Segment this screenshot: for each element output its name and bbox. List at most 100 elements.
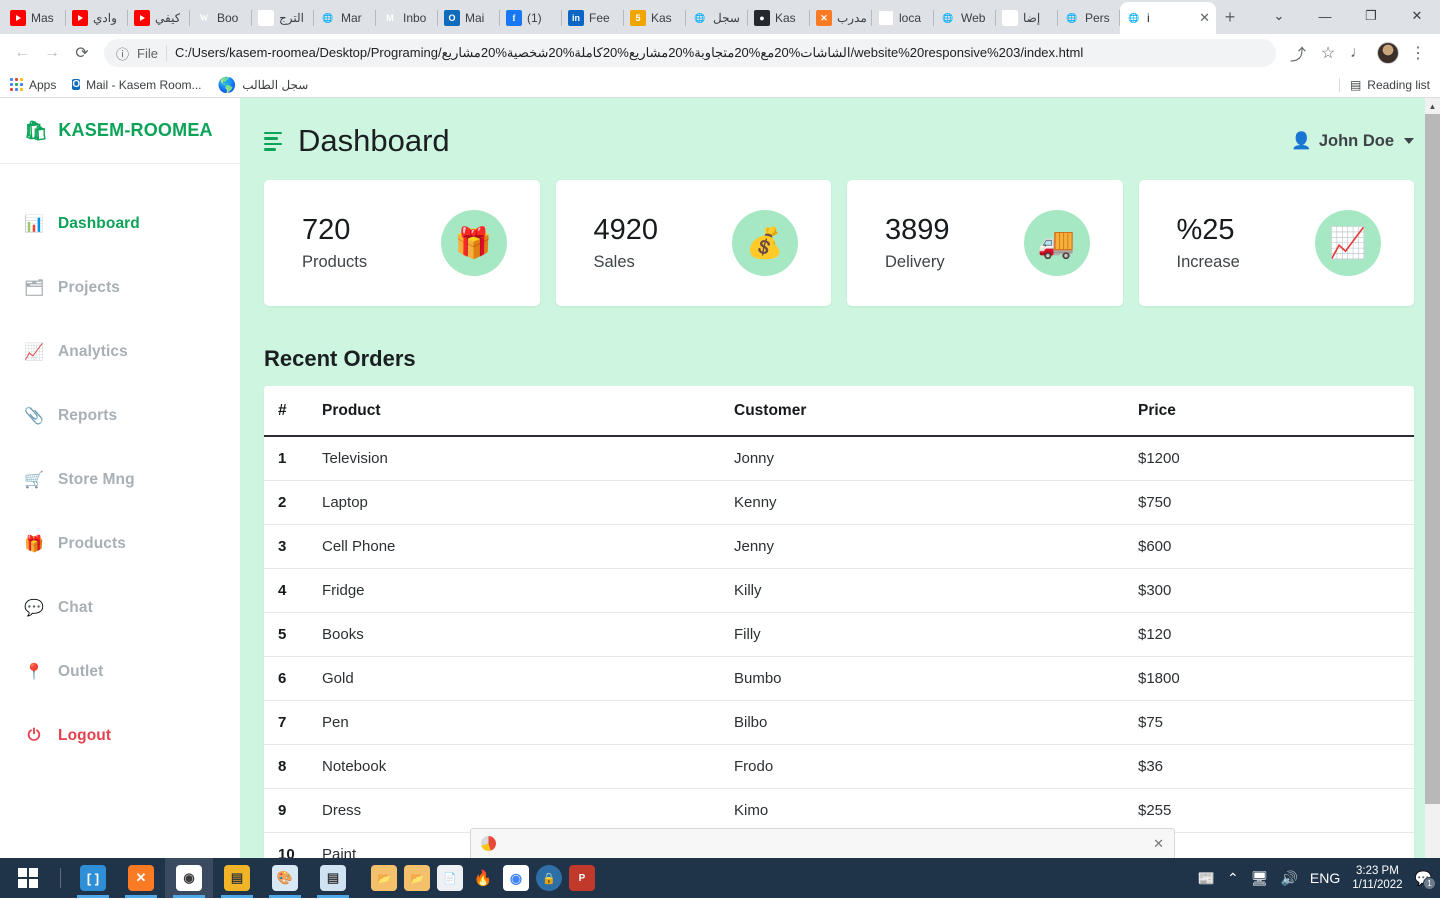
- sidebar-item-chat[interactable]: 💬Chat: [0, 576, 240, 640]
- download-zip-icon[interactable]: 📂: [404, 865, 430, 891]
- pdf-icon[interactable]: P: [569, 865, 595, 891]
- taskbar-app-file-explorer[interactable]: ▤: [213, 858, 261, 898]
- browser-tab[interactable]: Mas: [4, 2, 66, 34]
- start-button[interactable]: [4, 858, 52, 898]
- share-icon[interactable]: ⤴: [1284, 39, 1312, 67]
- chevron-up-icon[interactable]: ⌃: [1227, 870, 1239, 887]
- maximize-button[interactable]: ❐: [1348, 0, 1394, 32]
- taskbar-app-brackets[interactable]: [ ]: [69, 858, 117, 898]
- close-icon[interactable]: ✕: [1153, 836, 1164, 852]
- table-row[interactable]: 8NotebookFrodo$36: [264, 745, 1414, 789]
- bookmark-star-icon[interactable]: ☆: [1314, 39, 1342, 67]
- scroll-up-arrow[interactable]: ▲: [1425, 98, 1440, 114]
- close-window-button[interactable]: ✕: [1394, 0, 1440, 32]
- volume-icon[interactable]: 🔊: [1280, 870, 1297, 887]
- browser-tab[interactable]: ●Kas: [748, 2, 810, 34]
- browser-tab[interactable]: 🌐Web: [934, 2, 996, 34]
- sidebar-item-projects[interactable]: 🗂Projects: [0, 256, 240, 320]
- page-scrollbar[interactable]: ▲: [1425, 98, 1440, 858]
- table-row[interactable]: 2LaptopKenny$750: [264, 481, 1414, 525]
- table-row[interactable]: 6GoldBumbo$1800: [264, 657, 1414, 701]
- column-header-product[interactable]: Product: [312, 386, 724, 436]
- table-row[interactable]: 7PenBilbo$75: [264, 701, 1414, 745]
- taskbar-app-notepad[interactable]: ▤: [309, 858, 357, 898]
- sidebar-item-logout[interactable]: ⏻Logout: [0, 704, 240, 768]
- bookmark-mail[interactable]: O Mail - Kasem Room...: [72, 78, 201, 92]
- stat-value: 4920: [594, 214, 659, 247]
- browser-tab[interactable]: 5Kas: [624, 2, 686, 34]
- column-header-price[interactable]: Price: [1128, 386, 1414, 436]
- column-header-index[interactable]: #: [264, 386, 312, 436]
- browser-tab[interactable]: inFee: [562, 2, 624, 34]
- gmail-icon: M: [382, 10, 398, 26]
- download-file-icon[interactable]: 📄: [437, 865, 463, 891]
- browser-tab[interactable]: 🌐سجل: [686, 2, 748, 34]
- sidebar-item-label: Store Mng: [58, 471, 135, 489]
- minimize-button[interactable]: —: [1302, 0, 1348, 32]
- sidebar-item-products[interactable]: 🎁Products: [0, 512, 240, 576]
- browser-tab[interactable]: Gالترج: [252, 2, 314, 34]
- browser-tab[interactable]: MInbo: [376, 2, 438, 34]
- browser-tab[interactable]: ○إضا: [996, 2, 1058, 34]
- browser-tab[interactable]: 🌐Mar: [314, 2, 376, 34]
- stat-text: 4920Sales: [594, 214, 659, 272]
- table-row[interactable]: 5BooksFilly$120: [264, 613, 1414, 657]
- chrome-menu-icon[interactable]: ⋮: [1404, 39, 1432, 67]
- new-tab-button[interactable]: +: [1216, 3, 1244, 31]
- table-row[interactable]: 3Cell PhoneJenny$600: [264, 525, 1414, 569]
- youtube-icon: [72, 10, 88, 26]
- download-popup[interactable]: ✕: [470, 828, 1175, 858]
- close-tab-icon[interactable]: ✕: [1199, 10, 1210, 26]
- browser-tab[interactable]: 🌐Pers: [1058, 2, 1120, 34]
- sidebar-item-label: Dashboard: [58, 215, 140, 233]
- taskbar-app-paint[interactable]: 🎨: [261, 858, 309, 898]
- table-row[interactable]: 4FridgeKilly$300: [264, 569, 1414, 613]
- media-control-icon[interactable]: ♩: [1344, 39, 1372, 67]
- profile-avatar[interactable]: [1374, 39, 1402, 67]
- tab-search-button[interactable]: ⌄: [1256, 0, 1302, 32]
- browser-tab[interactable]: كيفي: [128, 2, 190, 34]
- firefox-icon[interactable]: 🔥: [470, 865, 496, 891]
- user-menu[interactable]: 👤 John Doe: [1291, 132, 1414, 151]
- news-icon[interactable]: 📰: [1198, 870, 1215, 887]
- reading-list-icon: ▤: [1350, 78, 1361, 92]
- table-row[interactable]: 9DressKimo$255: [264, 789, 1414, 833]
- browser-tab[interactable]: وادي: [66, 2, 128, 34]
- hamburger-icon[interactable]: [264, 132, 282, 151]
- apps-grid-icon: [10, 78, 23, 91]
- chrome-icon[interactable]: ◉: [503, 865, 529, 891]
- reload-button[interactable]: ⟳: [68, 39, 96, 67]
- sidebar-item-analytics[interactable]: 📈Analytics: [0, 320, 240, 384]
- cell-customer: Bilbo: [724, 701, 1128, 745]
- taskbar-app-xampp[interactable]: ✕: [117, 858, 165, 898]
- back-button[interactable]: ←: [8, 39, 36, 67]
- sidebar-item-outlet[interactable]: 📍Outlet: [0, 640, 240, 704]
- browser-tab[interactable]: WBoo: [190, 2, 252, 34]
- browser-tab[interactable]: PMAloca: [872, 2, 934, 34]
- browser-tab[interactable]: ✕مدرب: [810, 2, 872, 34]
- notifications-button[interactable]: 💬 1: [1415, 870, 1432, 887]
- sidebar-item-reports[interactable]: 📎Reports: [0, 384, 240, 448]
- sidebar-item-store-mng[interactable]: 🛒Store Mng: [0, 448, 240, 512]
- browser-tab[interactable]: 🌐i✕: [1120, 2, 1216, 34]
- bookmark-student-record[interactable]: 🌎 سجل الطالب: [218, 76, 309, 94]
- taskbar-app-chrome[interactable]: ◉: [165, 858, 213, 898]
- scroll-thumb[interactable]: [1425, 114, 1440, 804]
- brand-logo[interactable]: 🛍 KASEM-ROOMEA: [0, 98, 240, 164]
- lock-icon[interactable]: 🔒: [536, 865, 562, 891]
- browser-tab[interactable]: f(1): [500, 2, 562, 34]
- table-head: # Product Customer Price: [264, 386, 1414, 436]
- bookmark-apps[interactable]: Apps: [10, 78, 56, 92]
- toolbar-actions: ⤴ ☆ ♩ ⋮: [1284, 39, 1432, 67]
- browser-tab[interactable]: OMai: [438, 2, 500, 34]
- download-zip-icon[interactable]: 📂: [371, 865, 397, 891]
- sidebar-item-dashboard[interactable]: 📊Dashboard: [0, 192, 240, 256]
- table-row[interactable]: 1TelevisionJonny$1200: [264, 436, 1414, 481]
- forward-button[interactable]: →: [38, 39, 66, 67]
- clock[interactable]: 3:23 PM 1/11/2022: [1352, 864, 1402, 893]
- network-icon[interactable]: 🖥: [1251, 870, 1269, 887]
- reading-list-button[interactable]: ▤ Reading list: [1339, 78, 1430, 92]
- address-bar[interactable]: ⓘ File C:/Users/kasem-roomea/Desktop/Pro…: [104, 39, 1276, 67]
- language-indicator[interactable]: ENG: [1310, 870, 1340, 886]
- column-header-customer[interactable]: Customer: [724, 386, 1128, 436]
